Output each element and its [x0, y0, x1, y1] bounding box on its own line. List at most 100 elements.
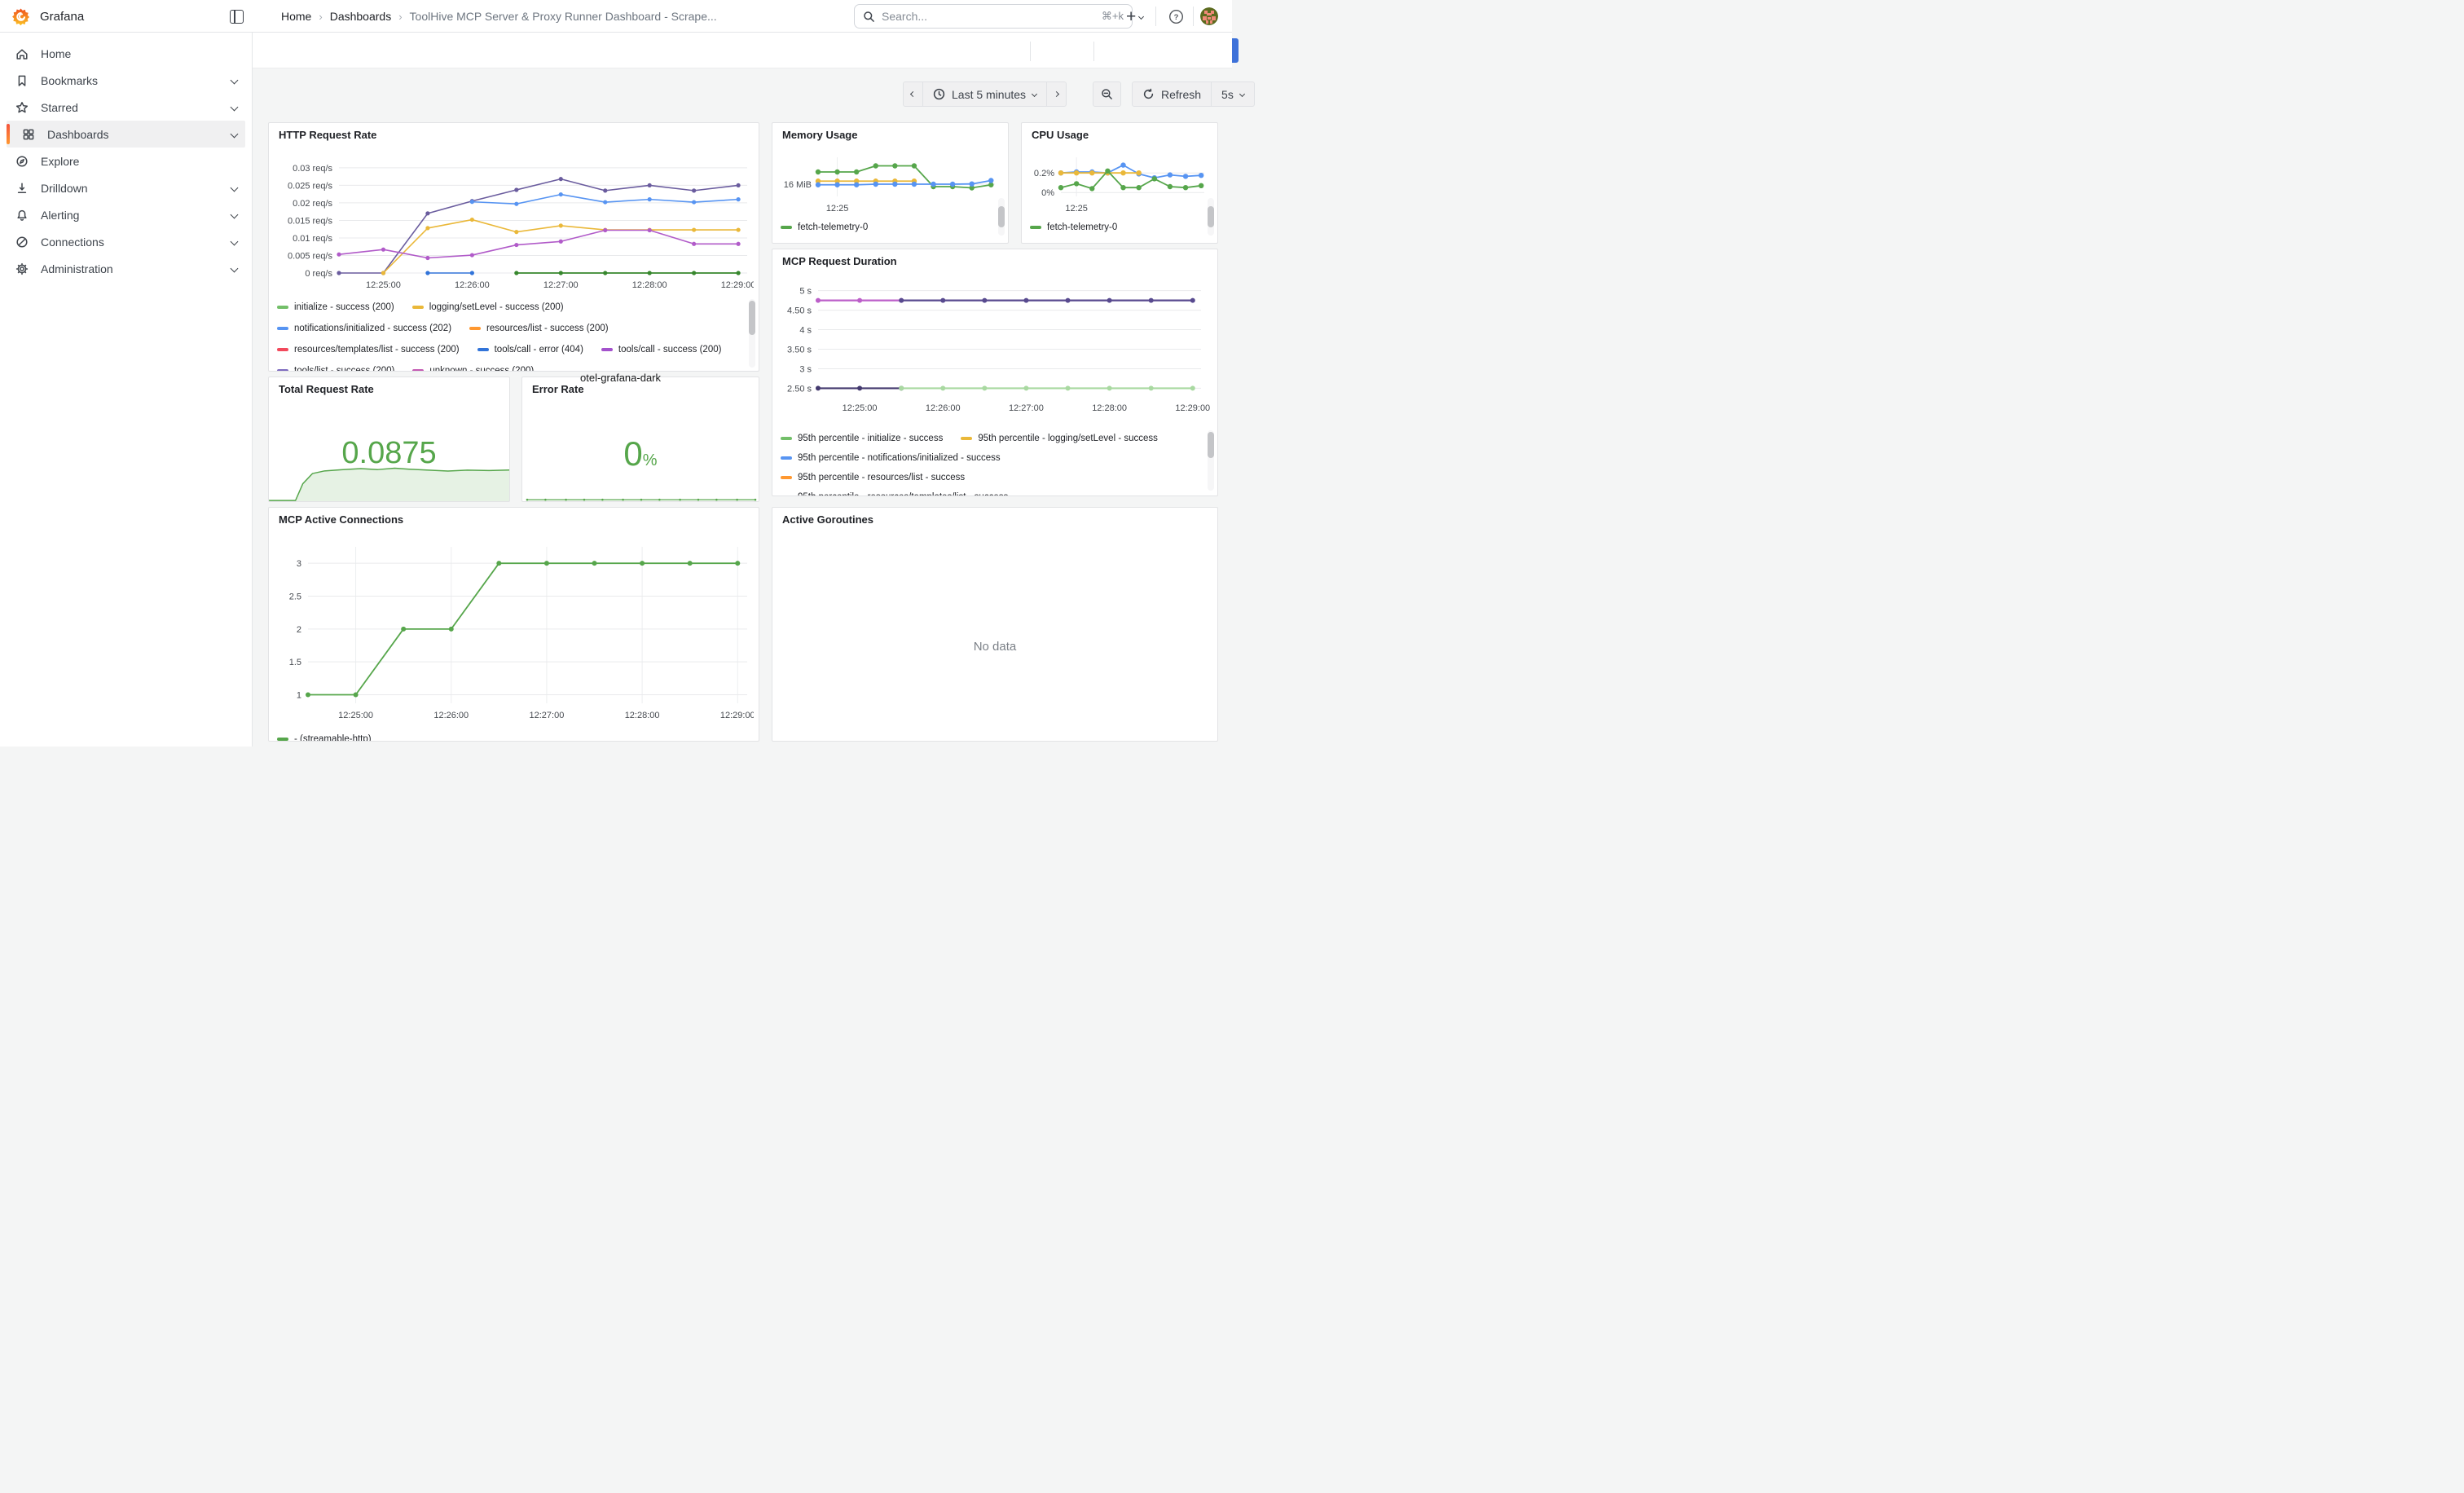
sidebar-item-dashboards[interactable]: Dashboards — [7, 121, 245, 148]
time-shift-forward-button[interactable] — [1046, 81, 1067, 107]
legend-swatch — [277, 738, 288, 741]
svg-text:3 s: 3 s — [799, 364, 812, 374]
legend-item[interactable]: fetch-telemetry-0 — [781, 221, 868, 234]
sidebar-item-drilldown[interactable]: Drilldown — [7, 174, 245, 201]
svg-text:12:25:00: 12:25:00 — [843, 403, 878, 413]
star-icon — [15, 100, 29, 115]
sidebar-item-alerting[interactable]: Alerting — [7, 201, 245, 228]
help-button[interactable]: ? — [1168, 0, 1184, 33]
brand[interactable]: Grafana — [11, 7, 84, 26]
legend-item[interactable]: tools/list - success (200) — [277, 364, 394, 372]
svg-text:12:28:00: 12:28:00 — [632, 280, 667, 290]
svg-text:12:29:00: 12:29:00 — [1175, 403, 1210, 413]
panel-title[interactable]: Memory Usage — [782, 129, 857, 141]
legend-item[interactable]: initialize - success (200) — [277, 301, 394, 314]
add-new-button[interactable]: + — [1126, 0, 1143, 33]
time-range-picker[interactable]: Last 5 minutes — [922, 81, 1047, 107]
legend-scrollbar[interactable] — [1208, 430, 1214, 491]
grafana-logo-icon — [11, 7, 30, 26]
sidebar-item-starred[interactable]: Starred — [7, 94, 245, 121]
legend-scrollbar[interactable] — [1208, 198, 1214, 236]
legend-item[interactable]: - (streamable-http) — [277, 733, 372, 742]
legend-item[interactable]: 95th percentile - resources/templates/li… — [781, 491, 1008, 496]
dashboards-grid-icon — [21, 127, 36, 142]
panel-title[interactable]: HTTP Request Rate — [279, 129, 376, 141]
legend-scrollbar[interactable] — [749, 299, 755, 368]
legend-item[interactable]: notifications/initialized - success (202… — [277, 322, 451, 335]
panel-title[interactable]: CPU Usage — [1032, 129, 1089, 141]
connections-icon — [15, 235, 29, 249]
svg-text:2.5: 2.5 — [289, 592, 301, 602]
svg-text:12:27:00: 12:27:00 — [1009, 403, 1044, 413]
panel-title[interactable]: MCP Active Connections — [279, 513, 403, 526]
help-icon: ? — [1168, 9, 1184, 24]
legend-swatch — [781, 495, 792, 496]
sidebar-item-administration[interactable]: Administration — [7, 255, 245, 282]
legend-item[interactable]: 95th percentile - logging/setLevel - suc… — [961, 432, 1158, 445]
search-input[interactable]: Search... ⌘+k — [854, 4, 1133, 29]
legend-item[interactable]: logging/setLevel - success (200) — [412, 301, 564, 314]
refresh-button[interactable]: Refresh — [1132, 81, 1212, 107]
svg-text:0.02 req/s: 0.02 req/s — [293, 199, 332, 209]
mcp-request-duration-chart[interactable]: 12:25:0012:26:0012:27:0012:28:0012:29:00… — [779, 274, 1212, 424]
connections-legend: - (streamable-http) — [277, 733, 603, 742]
drilldown-icon — [15, 181, 29, 196]
legend-item[interactable]: unknown - success (200) — [412, 364, 534, 372]
legend-swatch — [277, 306, 288, 309]
legend-swatch — [277, 369, 288, 372]
legend-item[interactable]: resources/templates/list - success (200) — [277, 343, 460, 356]
time-shift-back-button[interactable] — [903, 81, 923, 107]
cpu-usage-chart[interactable]: 12:250.2%0% — [1028, 146, 1212, 221]
sidebar-item-home[interactable]: Home — [7, 40, 245, 67]
legend-item[interactable]: resources/list - success (200) — [469, 322, 609, 335]
breadcrumb-separator: › — [319, 11, 322, 23]
http-request-rate-chart[interactable]: 12:25:0012:26:0012:27:0012:28:0012:29:00… — [275, 157, 754, 301]
sidebar-item-connections[interactable]: Connections — [7, 228, 245, 255]
bell-icon — [15, 208, 29, 222]
panel-title[interactable]: Error Rate — [532, 383, 584, 395]
svg-text:12:27:00: 12:27:00 — [530, 711, 565, 720]
panel-active-goroutines: Active Goroutines No data — [772, 507, 1218, 742]
compass-icon — [15, 154, 29, 169]
no-data-message: No data — [772, 640, 1217, 654]
legend-swatch — [961, 437, 972, 440]
memory-usage-chart[interactable]: 12:2516 MiB — [779, 146, 1003, 221]
legend-swatch — [412, 369, 424, 372]
dashboard-actions-bar — [253, 33, 1232, 68]
legend-item[interactable]: tools/call - success (200) — [601, 343, 722, 356]
svg-text:12:25: 12:25 — [826, 204, 849, 214]
breadcrumb: Home › Dashboards › ToolHive MCP Server … — [281, 0, 717, 33]
clock-icon — [933, 88, 945, 100]
svg-text:12:26:00: 12:26:00 — [926, 403, 961, 413]
legend-item[interactable]: 95th percentile - notifications/initiali… — [781, 451, 1001, 465]
sidebar-item-explore[interactable]: Explore — [7, 148, 245, 174]
duration-legend: 95th percentile - initialize - success 95… — [781, 432, 1196, 496]
panel-title[interactable]: Active Goroutines — [782, 513, 873, 526]
legend-swatch — [277, 327, 288, 330]
legend-item[interactable]: fetch-telemetry-0 — [1030, 221, 1117, 234]
legend-item[interactable]: 95th percentile - resources/list - succe… — [781, 471, 965, 484]
legend-swatch — [1030, 226, 1041, 229]
refresh-group: Refresh 5s — [1132, 81, 1255, 107]
gear-icon — [15, 262, 29, 276]
svg-text:0%: 0% — [1041, 188, 1054, 198]
legend-item[interactable]: 95th percentile - initialize - success — [781, 432, 943, 445]
user-avatar[interactable] — [1200, 7, 1218, 25]
zoom-out-button[interactable] — [1093, 81, 1121, 107]
panel-title[interactable]: MCP Request Duration — [782, 255, 897, 267]
svg-text:12:27:00: 12:27:00 — [543, 280, 579, 290]
breadcrumb-home[interactable]: Home — [281, 10, 311, 23]
legend-scrollbar[interactable] — [998, 198, 1005, 236]
http-legend: initialize - success (200) logging/setLev… — [277, 301, 738, 372]
svg-text:0.025 req/s: 0.025 req/s — [288, 181, 333, 191]
sidebar-item-bookmarks[interactable]: Bookmarks — [7, 67, 245, 94]
svg-text:0.01 req/s: 0.01 req/s — [293, 234, 332, 244]
search-shortcut: ⌘+k — [1102, 10, 1124, 23]
legend-item[interactable]: tools/call - error (404) — [477, 343, 583, 356]
svg-text:4 s: 4 s — [799, 326, 812, 336]
breadcrumb-dashboards[interactable]: Dashboards — [330, 10, 392, 23]
panel-title[interactable]: Total Request Rate — [279, 383, 374, 395]
sidebar-toggle-icon[interactable] — [230, 10, 244, 24]
refresh-interval-picker[interactable]: 5s — [1211, 81, 1255, 107]
mcp-active-connections-chart[interactable]: 12:25:0012:26:0012:27:0012:28:0012:29:00… — [275, 529, 754, 733]
